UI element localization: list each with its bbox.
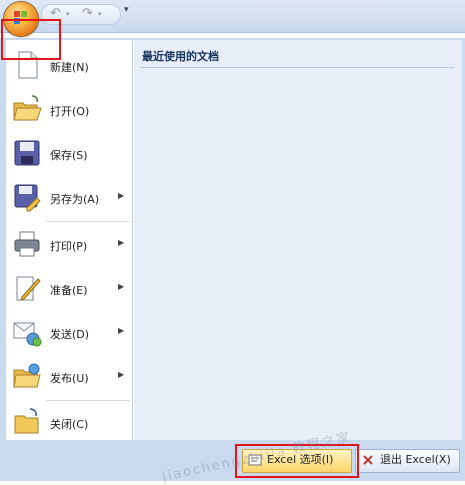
menu-commands: 新建(N) 打开(O) 保存(S) 另存为(A) ▶ 打印(P) ▶ 准备(E)… — [6, 40, 133, 440]
office-button[interactable] — [4, 2, 38, 36]
save-as-icon — [14, 184, 41, 212]
title-bar: ↶ ▾ ↷ ▾ ▾ — [0, 0, 465, 36]
printer-icon — [14, 231, 40, 257]
undo-icon[interactable]: ↶ — [50, 6, 61, 22]
recent-divider — [140, 67, 454, 68]
menu-item-label: 准备(E) — [50, 284, 88, 297]
menu-item-label: 发布(U) — [50, 372, 89, 385]
exit-excel-label: 退出 Excel(X) — [380, 453, 451, 466]
menu-item-label: 新建(N) — [50, 61, 89, 74]
menu-item-new[interactable]: 新建(N) — [6, 44, 132, 88]
new-document-icon — [18, 51, 38, 79]
menu-item-label: 另存为(A) — [50, 193, 100, 206]
excel-options-button[interactable]: Excel 选项(I) — [242, 449, 352, 473]
submenu-arrow-icon: ▶ — [118, 282, 125, 291]
exit-excel-button[interactable]: 退出 Excel(X) — [355, 449, 460, 473]
send-icon — [13, 322, 42, 347]
undo-dropdown-icon[interactable]: ▾ — [66, 6, 70, 22]
menu-separator — [46, 221, 130, 222]
redo-dropdown-icon[interactable]: ▾ — [98, 6, 102, 22]
submenu-arrow-icon: ▶ — [118, 326, 125, 335]
menu-item-publish[interactable]: 发布(U) ▶ — [6, 355, 132, 399]
redo-icon[interactable]: ↷ — [82, 6, 93, 22]
quick-access-toolbar: ↶ ▾ ↷ ▾ — [41, 4, 121, 25]
close-folder-icon — [14, 408, 39, 434]
recent-documents-panel: 最近使用的文档 — [133, 40, 462, 440]
recent-documents-title: 最近使用的文档 — [142, 50, 219, 63]
prepare-icon — [16, 276, 41, 301]
office-logo-icon — [14, 11, 28, 25]
publish-icon — [13, 363, 41, 388]
menu-footer: Excel 选项(I) 退出 Excel(X) — [6, 442, 461, 476]
close-icon — [363, 455, 373, 465]
menu-item-label: 打印(P) — [50, 240, 88, 253]
menu-item-print[interactable]: 打印(P) ▶ — [6, 223, 132, 267]
save-icon — [14, 140, 40, 166]
menu-item-prepare[interactable]: 准备(E) ▶ — [6, 267, 132, 311]
menu-item-label: 关闭(C) — [50, 418, 89, 431]
menu-item-close[interactable]: 关闭(C) — [6, 401, 132, 445]
submenu-arrow-icon: ▶ — [118, 238, 125, 247]
menu-item-label: 发送(D) — [50, 328, 90, 341]
folder-open-icon — [13, 95, 42, 121]
menu-item-save[interactable]: 保存(S) — [6, 132, 132, 176]
customize-toolbar-icon[interactable]: ▾ — [124, 5, 129, 15]
excel-options-label: Excel 选项(I) — [267, 453, 334, 466]
menu-item-label: 保存(S) — [50, 149, 88, 162]
options-icon — [248, 454, 262, 466]
submenu-arrow-icon: ▶ — [118, 370, 125, 379]
menu-item-send[interactable]: 发送(D) ▶ — [6, 311, 132, 355]
menu-item-save-as[interactable]: 另存为(A) ▶ — [6, 176, 132, 220]
menu-item-open[interactable]: 打开(O) — [6, 88, 132, 132]
submenu-arrow-icon: ▶ — [118, 191, 125, 200]
office-menu: 新建(N) 打开(O) 保存(S) 另存为(A) ▶ 打印(P) ▶ 准备(E)… — [0, 38, 465, 481]
menu-item-label: 打开(O) — [50, 105, 90, 118]
